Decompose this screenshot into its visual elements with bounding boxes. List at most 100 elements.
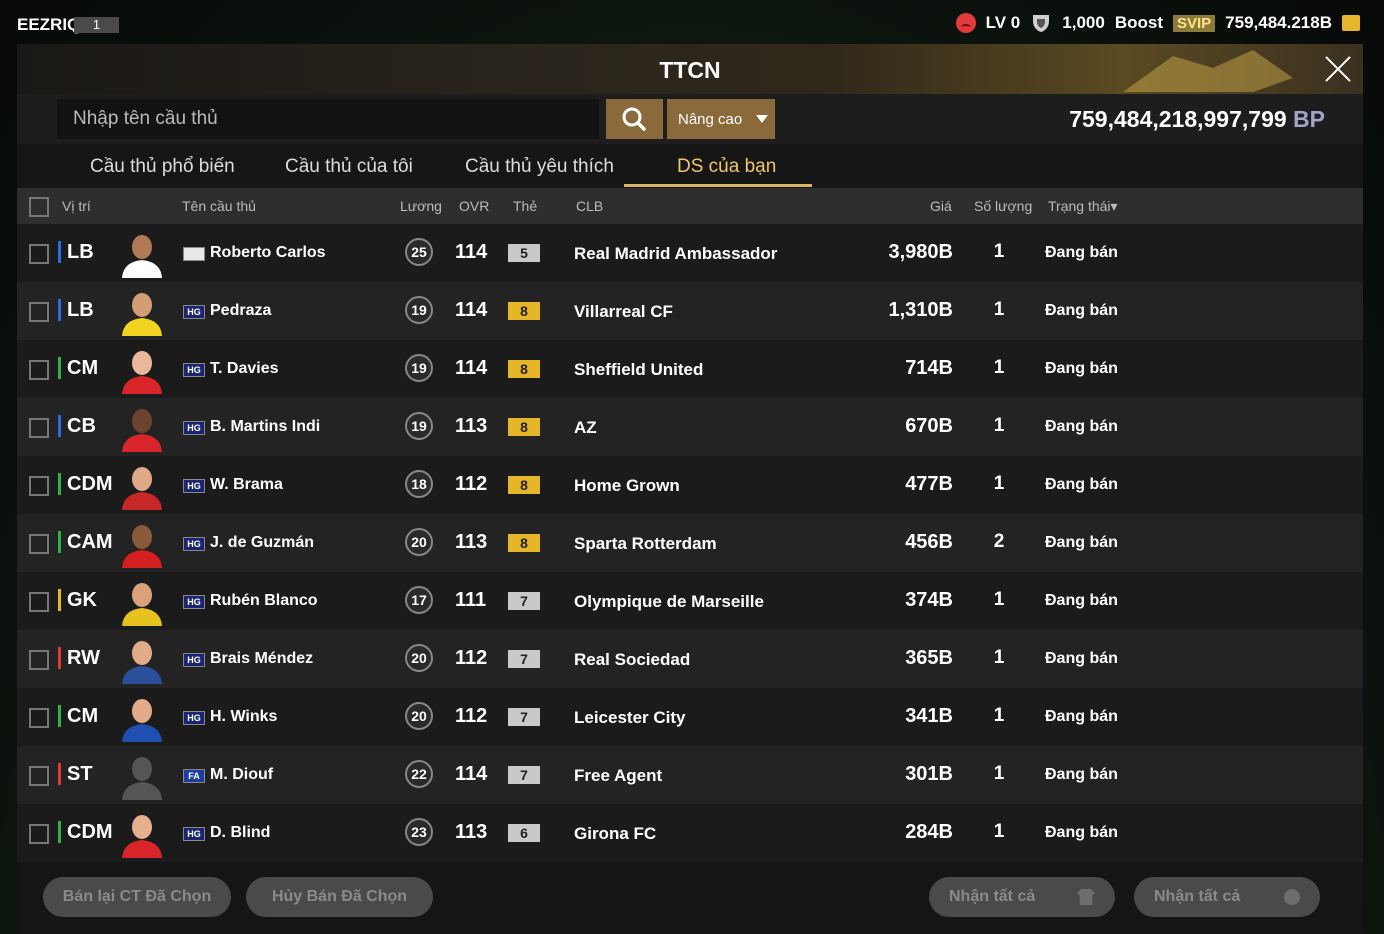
bp-unit: BP	[1293, 106, 1325, 132]
level-text: LV 0	[985, 13, 1021, 32]
table-row[interactable]: CDM HG D. Blind 23 113 6 Girona FC 284B 1 Đang bá…	[17, 804, 1363, 862]
chevron-down-icon	[756, 115, 769, 123]
player-ovr: 113	[455, 821, 488, 843]
card-level: 6	[508, 824, 540, 842]
listing-price: 670B	[905, 415, 953, 437]
col-name[interactable]: Tên cầu thủ	[182, 198, 256, 214]
table-row[interactable]: CDM HG W. Brama 18 112 8 Home Grown 477B 1 Đang b…	[17, 456, 1363, 514]
col-salary[interactable]: Lương	[400, 198, 442, 214]
table-row[interactable]: LB HG Pedraza 19 114 8 Villarreal CF 1,310B 1 Đan…	[17, 282, 1363, 340]
table-row[interactable]: CB HG B. Martins Indi 19 113 8 AZ 670B 1 Đang bán	[17, 398, 1363, 456]
listing-price: 301B	[905, 763, 953, 785]
listing-price: 284B	[905, 821, 953, 843]
close-icon[interactable]	[1323, 54, 1353, 84]
player-position: CB	[58, 415, 96, 437]
row-checkbox[interactable]	[29, 592, 49, 612]
player-name[interactable]: H. Winks	[210, 708, 277, 726]
transfer-market-panel: TTCN Nâng cao 759,484,218,997,799 BP Cầu…	[17, 44, 1363, 934]
listing-price: 477B	[905, 473, 953, 495]
row-checkbox[interactable]	[29, 418, 49, 438]
col-position[interactable]: Vị trí	[62, 198, 91, 214]
select-all-checkbox[interactable]	[29, 197, 49, 217]
table-row[interactable]: RW HG Brais Méndez 20 112 7 Real Sociedad 365B 1…	[17, 630, 1363, 688]
row-checkbox[interactable]	[29, 824, 49, 844]
row-checkbox[interactable]	[29, 708, 49, 728]
tab-your-listings[interactable]: DS của bạn	[677, 156, 776, 178]
col-ovr[interactable]: OVR	[459, 198, 489, 214]
player-name[interactable]: Roberto Carlos	[210, 244, 326, 262]
player-name[interactable]: J. de Guzmán	[210, 534, 314, 552]
listing-status: Đang bán	[1045, 708, 1118, 725]
player-name[interactable]: M. Diouf	[210, 766, 273, 784]
col-price[interactable]: Giá	[930, 198, 952, 214]
col-card[interactable]: Thẻ	[513, 198, 537, 214]
player-name[interactable]: T. Davies	[210, 360, 278, 378]
listing-quantity: 1	[993, 299, 1005, 320]
player-name[interactable]: Rubén Blanco	[210, 592, 318, 610]
player-badge: HG	[183, 537, 205, 551]
user-name: EEZRIQ	[17, 15, 81, 34]
listing-price: 365B	[905, 647, 953, 669]
table-row[interactable]: LB Roberto Carlos 25 114 5 Real Madrid Ambass…	[17, 224, 1363, 282]
listing-status: Đang bán	[1045, 418, 1118, 435]
player-name[interactable]: D. Blind	[210, 824, 270, 842]
player-name[interactable]: B. Martins Indi	[210, 418, 320, 436]
svip-badge: SVIP	[1172, 14, 1216, 32]
row-checkbox[interactable]	[29, 534, 49, 554]
claim-all-bp-button[interactable]: Nhận tất cả	[1134, 877, 1320, 917]
search-input[interactable]	[57, 99, 599, 139]
player-name[interactable]: Brais Méndez	[210, 650, 313, 668]
player-position: GK	[58, 589, 97, 611]
tab-my-players[interactable]: Cầu thủ của tôi	[285, 156, 413, 178]
sort-down-icon: ▾	[1110, 198, 1118, 214]
row-checkbox[interactable]	[29, 302, 49, 322]
claim-all-shirts-button[interactable]: Nhận tất cả	[929, 877, 1115, 917]
player-name[interactable]: W. Brama	[210, 476, 283, 494]
player-club: Real Sociedad	[574, 650, 691, 669]
table-row[interactable]: GK HG Rubén Blanco 17 111 7 Olympique de Marse…	[17, 572, 1363, 630]
player-club: Girona FC	[574, 824, 657, 843]
panel-header: TTCN	[17, 44, 1363, 94]
row-checkbox[interactable]	[29, 476, 49, 496]
row-checkbox[interactable]	[29, 650, 49, 670]
tab-favorite-players[interactable]: Cầu thủ yêu thích	[465, 156, 614, 178]
player-position: CM	[58, 705, 98, 727]
search-button[interactable]	[606, 99, 663, 139]
col-status[interactable]: Trạng thái▾	[1048, 198, 1118, 215]
table-row[interactable]: ST FA M. Diouf 22 114 7 Free Agent 301B 1 Đang bá…	[17, 746, 1363, 804]
player-avatar	[122, 583, 162, 626]
listing-status: Đang bán	[1045, 592, 1118, 609]
resell-selected-button[interactable]: Bán lại CT Đã Chọn	[43, 877, 231, 917]
tab-popular-players[interactable]: Cầu thủ phổ biến	[90, 156, 235, 178]
card-level: 7	[508, 650, 540, 668]
player-avatar	[122, 293, 162, 336]
table-row[interactable]: CM HG H. Winks 20 112 7 Leicester City 341B 1 Đan…	[17, 688, 1363, 746]
cancel-selected-button[interactable]: Hủy Bán Đã Chọn	[246, 877, 433, 917]
player-position: CM	[58, 357, 98, 379]
player-badge: HG	[183, 653, 205, 667]
row-checkbox[interactable]	[29, 766, 49, 786]
col-club[interactable]: CLB	[576, 198, 603, 214]
user-level: 1	[74, 17, 119, 33]
col-quantity[interactable]: Số lượng	[974, 198, 1032, 214]
player-club: Free Agent	[574, 766, 663, 785]
player-name[interactable]: Pedraza	[210, 302, 271, 320]
row-checkbox[interactable]	[29, 244, 49, 264]
player-salary: 17	[405, 586, 433, 614]
table-row[interactable]: CM HG T. Davies 19 114 8 Sheffield United 714B 1…	[17, 340, 1363, 398]
player-club: Olympique de Marseille	[574, 592, 764, 611]
listing-quantity: 1	[993, 589, 1005, 610]
card-level: 7	[508, 592, 540, 610]
player-avatar	[122, 467, 162, 510]
listing-quantity: 1	[993, 357, 1005, 378]
player-badge: HG	[183, 827, 205, 841]
search-row: Nâng cao 759,484,218,997,799 BP	[17, 94, 1363, 144]
player-club: Sheffield United	[574, 360, 704, 379]
card-level: 8	[508, 302, 540, 320]
table-row[interactable]: CAM HG J. de Guzmán 20 113 8 Sparta Rotterdam 4…	[17, 514, 1363, 572]
row-checkbox[interactable]	[29, 360, 49, 380]
card-level: 7	[508, 766, 540, 784]
player-position: CDM	[58, 821, 113, 843]
advanced-filter-button[interactable]: Nâng cao	[667, 99, 775, 139]
player-ovr: 114	[455, 763, 488, 785]
